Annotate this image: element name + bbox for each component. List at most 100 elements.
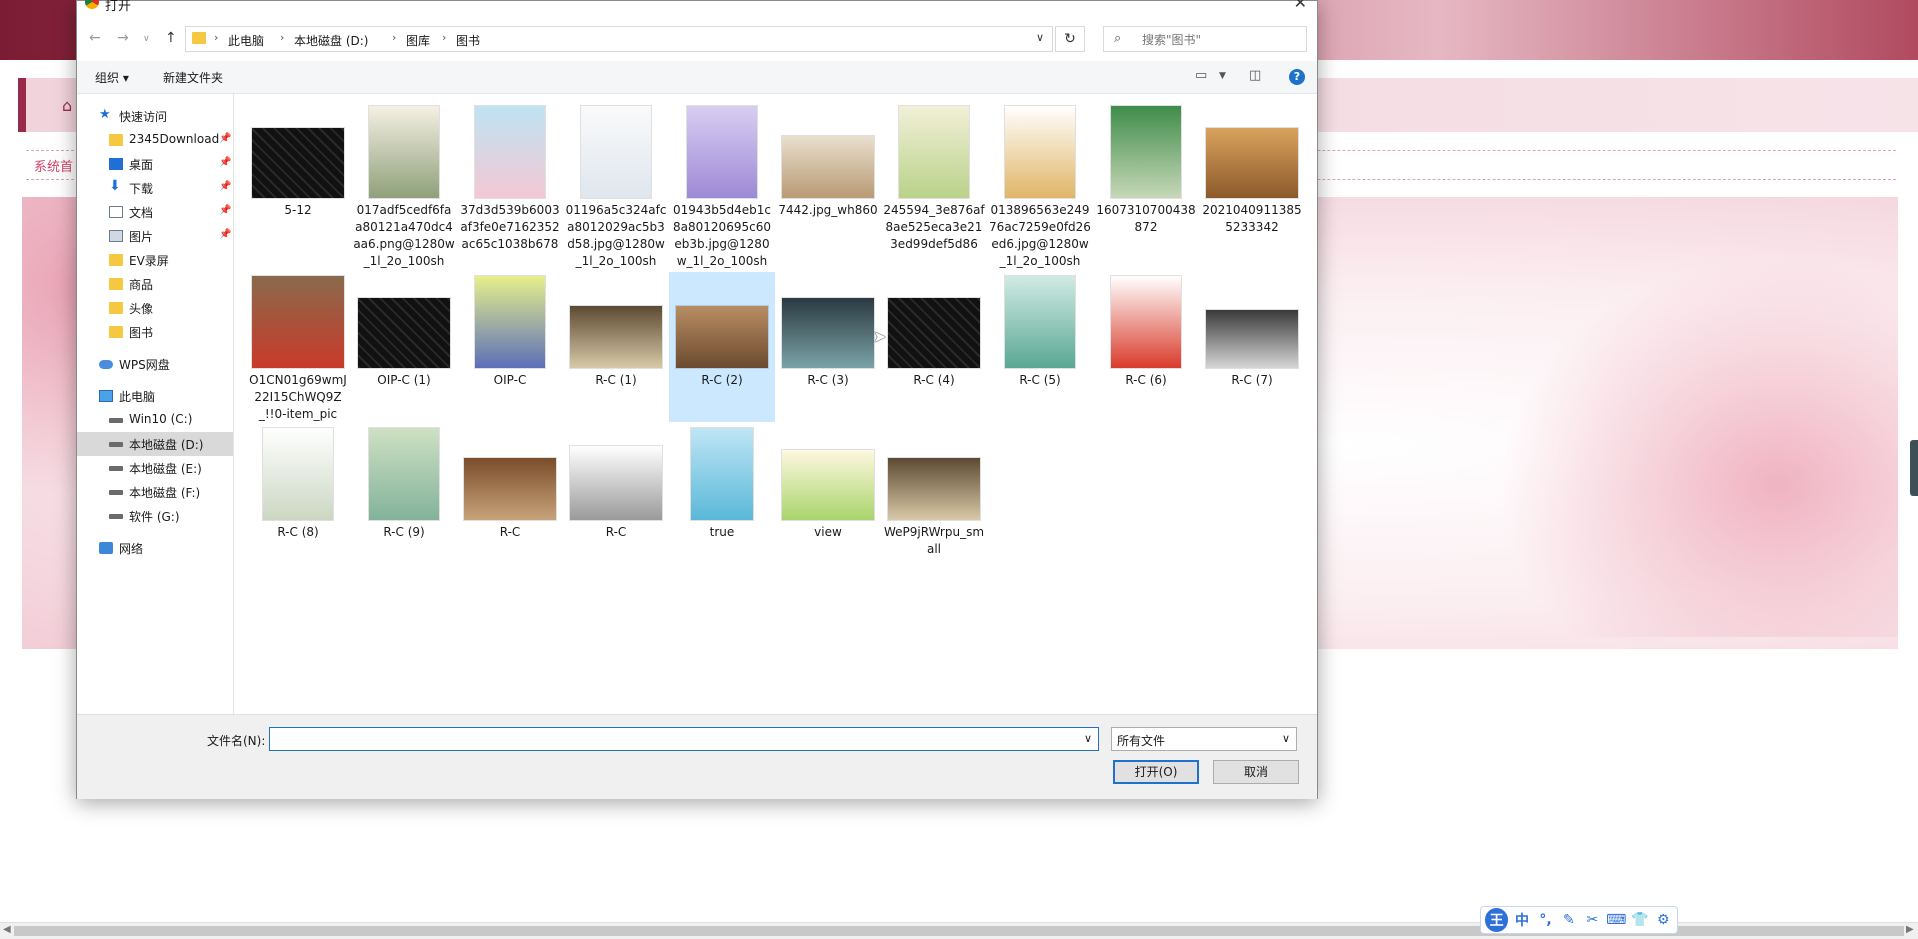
sidebar-item[interactable]: 软件 (G:): [77, 504, 233, 528]
sidebar-item[interactable]: 2345Download 📌: [77, 128, 233, 152]
sidebar-item[interactable]: 此电脑: [77, 384, 233, 408]
open-button[interactable]: 打开(O): [1113, 760, 1199, 784]
file-item[interactable]: 017adf5cedf6faa80121a470dc4aa6.png@1280w…: [351, 102, 457, 268]
sidebar-item[interactable]: 商品: [77, 272, 233, 296]
new-folder-button[interactable]: 新建文件夹: [163, 69, 223, 86]
file-item[interactable]: 01943b5d4eb1c8a80120695c60eb3b.jpg@1280w…: [669, 102, 775, 268]
file-item[interactable]: R-C (8): [245, 424, 351, 564]
refresh-icon: ↻: [1064, 31, 1076, 47]
ime-chinese-mode-icon[interactable]: 中: [1512, 910, 1531, 930]
crumb-gallery[interactable]: 图库: [406, 32, 430, 49]
ime-punctuation-icon[interactable]: °,: [1536, 912, 1555, 928]
sidebar-item[interactable]: ⬇ 下载 📌: [77, 176, 233, 200]
sidebar-item[interactable]: 本地磁盘 (F:): [77, 480, 233, 504]
view-mode-icon[interactable]: ▭: [1195, 68, 1207, 83]
help-icon[interactable]: ?: [1289, 69, 1305, 85]
file-item[interactable]: 013896563e24976ac7259e0fd26ed6.jpg@1280w…: [987, 102, 1093, 268]
filetype-select[interactable]: 所有文件 ∨: [1111, 727, 1297, 751]
file-item[interactable]: R-C: [457, 424, 563, 564]
file-item[interactable]: 20210409113855233342: [1199, 102, 1305, 252]
file-item[interactable]: R-C: [563, 424, 669, 564]
file-item[interactable]: OIP-C (1): [351, 272, 457, 422]
ime-skin-icon[interactable]: 👕: [1630, 912, 1649, 928]
file-item[interactable]: 5-12: [245, 102, 351, 252]
organize-menu-button[interactable]: 组织 ▾: [95, 69, 129, 86]
file-item[interactable]: 01196a5c324afca8012029ac5b3d58.jpg@1280w…: [563, 102, 669, 268]
file-item[interactable]: 7442.jpg_wh860: [775, 102, 881, 252]
filetype-value: 所有文件: [1117, 734, 1166, 748]
file-item[interactable]: R-C (9): [351, 424, 457, 564]
file-item[interactable]: WeP9jRWrpu_small: [881, 424, 987, 564]
refresh-button[interactable]: ↻: [1055, 26, 1085, 52]
file-item[interactable]: 37d3d539b6003af3fe0e7162352ac65c1038b678: [457, 102, 563, 252]
page-breadcrumb-text[interactable]: 系统首: [34, 156, 73, 175]
sidebar-item[interactable]: 网络: [77, 536, 233, 560]
chevron-right-icon[interactable]: ›: [392, 31, 396, 44]
forward-arrow-icon[interactable]: →: [117, 30, 129, 46]
up-arrow-icon[interactable]: ↑: [165, 30, 177, 46]
file-item[interactable]: OIP-C: [457, 272, 563, 422]
close-icon[interactable]: ✕: [1294, 0, 1307, 12]
file-item[interactable]: R-C (2): [669, 272, 775, 422]
cancel-button[interactable]: 取消: [1213, 760, 1299, 784]
home-icon[interactable]: ⌂: [62, 96, 72, 115]
recent-chevron-icon[interactable]: ∨: [143, 34, 150, 44]
sidebar-item[interactable]: WPS网盘: [77, 352, 233, 376]
ime-keyboard-icon[interactable]: ⌨: [1606, 912, 1626, 928]
sidebar-item[interactable]: EV录屏: [77, 248, 233, 272]
file-item[interactable]: O1CN01g69wmJ22I15ChWQ9Z_!!0-item_pic: [245, 272, 351, 422]
back-arrow-icon[interactable]: ←: [89, 30, 101, 46]
side-floating-tab[interactable]: [1910, 440, 1918, 496]
scroll-right-icon[interactable]: ▶: [1906, 924, 1914, 935]
preview-pane-icon[interactable]: ◫: [1249, 68, 1261, 83]
file-name: R-C (9): [383, 525, 425, 539]
file-name: 245594_3e876af8ae525eca3e213ed99def5d86: [883, 203, 985, 251]
ime-handwrite-icon[interactable]: ✎: [1559, 912, 1578, 928]
chevron-right-icon[interactable]: ›: [214, 31, 218, 44]
file-item[interactable]: true: [669, 424, 775, 564]
search-input[interactable]: [1140, 30, 1304, 50]
scroll-left-icon[interactable]: ◀: [3, 924, 11, 935]
sidebar-item[interactable]: 本地磁盘 (D:): [77, 432, 233, 456]
chevron-down-icon[interactable]: ∨: [1036, 31, 1044, 44]
file-item[interactable]: R-C (4): [881, 272, 987, 422]
thumbnail-image: [1206, 128, 1298, 198]
address-bar[interactable]: › 此电脑 › 本地磁盘 (D:) › 图库 › 图书 ∨: [185, 26, 1053, 52]
ime-scissors-icon[interactable]: ✂: [1583, 912, 1602, 928]
ime-settings-icon[interactable]: ⚙: [1654, 912, 1673, 928]
sidebar-item[interactable]: ★ 快速访问: [77, 104, 233, 128]
file-item[interactable]: view: [775, 424, 881, 564]
ime-logo-icon[interactable]: 王: [1485, 908, 1509, 932]
chevron-down-icon[interactable]: ∨: [1084, 732, 1092, 745]
file-item[interactable]: R-C (6): [1093, 272, 1199, 422]
crumb-books[interactable]: 图书: [456, 32, 480, 49]
crumb-this-pc[interactable]: 此电脑: [228, 32, 264, 49]
file-thumbnail: [987, 102, 1093, 198]
file-thumbnail: [881, 272, 987, 368]
file-item[interactable]: R-C (1): [563, 272, 669, 422]
sidebar-item[interactable]: 图片 📌: [77, 224, 233, 248]
sidebar-item[interactable]: 头像: [77, 296, 233, 320]
chevron-down-icon[interactable]: ∨: [1282, 732, 1290, 745]
thumbnail-image: [782, 450, 874, 520]
sidebar-item[interactable]: 图书: [77, 320, 233, 344]
file-item[interactable]: R-C (5): [987, 272, 1093, 422]
file-item[interactable]: R-C (7): [1199, 272, 1305, 422]
crumb-drive-d[interactable]: 本地磁盘 (D:): [294, 32, 368, 49]
view-mode-dropdown-icon[interactable]: ▼: [1219, 71, 1226, 81]
search-box[interactable]: ⌕: [1103, 26, 1307, 52]
sidebar-item[interactable]: Win10 (C:): [77, 408, 233, 432]
file-item[interactable]: 245594_3e876af8ae525eca3e213ed99def5d86: [881, 102, 987, 252]
sidebar-item-label: 本地磁盘 (D:): [129, 438, 204, 452]
file-item[interactable]: 1607310700438872: [1093, 102, 1199, 252]
navigation-pane: ★ 快速访问 2345Download 📌 桌面 📌 ⬇ 下载 📌 文档 📌 图片 📌 EV录屏 商品 头像图…: [77, 94, 234, 714]
chevron-right-icon[interactable]: ›: [442, 31, 446, 44]
sidebar-item[interactable]: 文档 📌: [77, 200, 233, 224]
sidebar-item[interactable]: 桌面 📌: [77, 152, 233, 176]
filename-input[interactable]: [274, 730, 1078, 750]
file-item[interactable]: R-C (3): [775, 272, 881, 422]
sidebar-item[interactable]: 本地磁盘 (E:): [77, 456, 233, 480]
filename-combobox[interactable]: ∨: [269, 727, 1099, 751]
chevron-right-icon[interactable]: ›: [280, 31, 284, 44]
file-thumbnail: [669, 272, 775, 368]
